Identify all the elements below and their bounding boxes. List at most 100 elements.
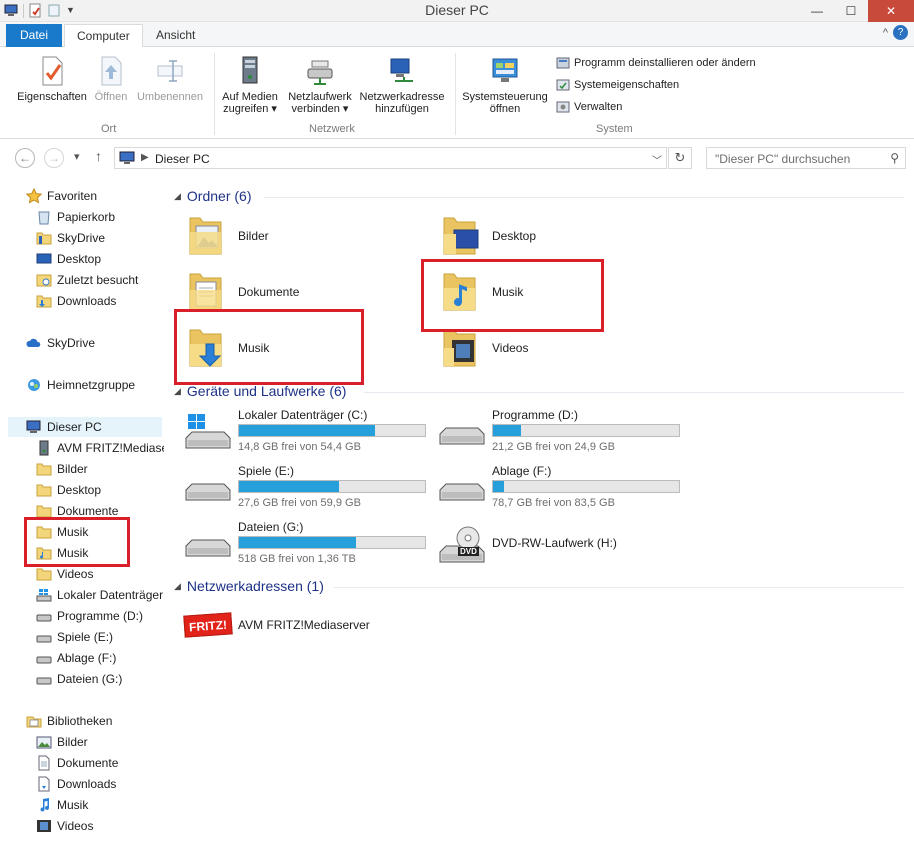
drive-f-free: 78,7 GB frei von 83,5 GB: [492, 497, 615, 509]
drive-f[interactable]: Ablage (F:) 78,7 GB frei von 83,5 GB: [438, 464, 688, 516]
drive-g[interactable]: Dateien (G:) 518 GB frei von 1,36 TB: [184, 520, 434, 572]
umbenennen-button[interactable]: Umbenennen: [134, 55, 206, 103]
desktop-icon: [36, 251, 52, 267]
close-button[interactable]: ✕: [868, 0, 914, 22]
music-note-icon: [36, 797, 52, 813]
drive-e-free: 27,6 GB frei von 59,9 GB: [238, 497, 361, 509]
drive-f-name: Ablage (F:): [492, 464, 552, 478]
section-netzwerk-title: Netzwerkadressen (1): [186, 578, 324, 594]
chevron-up-icon[interactable]: ^: [883, 27, 888, 39]
chevron-down-icon[interactable]: ﹀: [652, 152, 662, 167]
drive-d[interactable]: Programme (D:) 21,2 GB frei von 24,9 GB: [438, 408, 688, 460]
nav-pc-dokumente-label: Dokumente: [57, 504, 119, 518]
netzwerkadresse-label-2: hinzufügen: [375, 103, 429, 115]
media-server-icon: [36, 440, 52, 456]
nav-pc-spiele[interactable]: Spiele (E:): [36, 627, 113, 647]
folder-desktop[interactable]: Desktop: [438, 212, 536, 260]
recent-locations-button[interactable]: ▾: [74, 150, 80, 163]
nav-pc-ablage[interactable]: Ablage (F:): [36, 648, 116, 668]
nav-pc-dateien-label: Dateien (G:): [57, 672, 123, 686]
search-icon[interactable]: ⚲: [890, 151, 899, 165]
nav-lib-dokumente[interactable]: Dokumente: [36, 753, 118, 773]
drive-e[interactable]: Spiele (E:) 27,6 GB frei von 59,9 GB: [184, 464, 434, 516]
nav-dieser-pc[interactable]: Dieser PC: [8, 417, 162, 437]
netzlaufwerk-label-1: Netzlaufwerk: [288, 91, 352, 103]
address-bar[interactable]: ▶ Dieser PC ﹀: [114, 147, 667, 169]
refresh-button[interactable]: ↻: [668, 147, 692, 169]
nav-skydrive-fav-label: SkyDrive: [57, 231, 106, 245]
highlight-box-musik-downloads: [174, 309, 364, 385]
tab-ansicht[interactable]: Ansicht: [144, 24, 207, 47]
net-avm-fritz[interactable]: FRITZ! AVM FRITZ!Mediaserver: [183, 612, 370, 638]
verwalten-button[interactable]: Verwalten: [556, 100, 622, 114]
nav-pc-videos[interactable]: Videos: [36, 564, 93, 584]
section-divider: [264, 197, 904, 198]
nav-pc-avm[interactable]: AVM FRITZ!Mediase: [36, 438, 168, 458]
nav-lib-bilder[interactable]: Bilder: [36, 732, 88, 752]
nav-lib-musik[interactable]: Musik: [36, 795, 88, 815]
nav-downloads-fav[interactable]: Downloads: [36, 291, 116, 311]
section-divider: [334, 587, 904, 588]
drive-c[interactable]: Lokaler Datenträger (C:) 14,8 GB frei vo…: [184, 408, 434, 460]
nav-skydrive-fav[interactable]: SkyDrive: [36, 228, 105, 248]
collapse-triangle-icon[interactable]: ◢: [174, 191, 181, 202]
collapse-triangle-icon[interactable]: ◢: [174, 581, 181, 592]
nav-skydrive[interactable]: SkyDrive: [26, 333, 95, 353]
section-geraete[interactable]: ◢ Geräte und Laufwerke (6): [174, 383, 346, 399]
nav-pc-programme[interactable]: Programme (D:): [36, 606, 143, 626]
forward-button[interactable]: →: [44, 148, 64, 168]
nav-heimnetzgruppe[interactable]: Heimnetzgruppe: [26, 375, 135, 395]
search-input[interactable]: "Dieser PC" durchsuchen: [715, 152, 850, 166]
breadcrumb-chevron-icon[interactable]: ▶: [141, 152, 149, 163]
back-button[interactable]: ←: [15, 148, 35, 168]
section-netzwerk[interactable]: ◢ Netzwerkadressen (1): [174, 578, 324, 594]
drive-g-usage-bar: [238, 536, 426, 549]
oeffnen-button[interactable]: Öffnen: [90, 55, 132, 103]
nav-pc-desktop-label: Desktop: [57, 483, 102, 497]
systemsteuerung-button[interactable]: Systemsteuerung öffnen: [458, 55, 552, 115]
eigenschaften-button[interactable]: Eigenschaften: [12, 55, 92, 103]
minimize-button[interactable]: —: [800, 0, 834, 22]
nav-pc-lokaler-datentraeger[interactable]: Lokaler Datenträger: [36, 585, 163, 605]
highlight-box-musik: [421, 259, 604, 332]
address-path[interactable]: Dieser PC: [155, 152, 210, 166]
pictures-library-icon: [36, 734, 52, 750]
netzlaufwerk-verbinden-button[interactable]: Netzlaufwerk verbinden ▾: [284, 55, 356, 115]
help-icon[interactable]: ?: [893, 25, 908, 40]
up-button[interactable]: ↑: [95, 148, 102, 164]
systemeigenschaften-button[interactable]: Systemeigenschaften: [556, 78, 679, 92]
tab-datei[interactable]: Datei: [6, 24, 63, 47]
nav-papierkorb[interactable]: Papierkorb: [36, 207, 115, 227]
programm-deinstallieren-button[interactable]: Programm deinstallieren oder ändern: [556, 56, 756, 70]
nav-pc-dateien[interactable]: Dateien (G:): [36, 669, 122, 689]
nav-lib-videos[interactable]: Videos: [36, 816, 93, 836]
nav-favoriten-label: Favoriten: [47, 189, 98, 203]
folder-bilder[interactable]: Bilder: [184, 212, 269, 260]
nav-favoriten[interactable]: Favoriten: [25, 186, 98, 206]
tab-computer[interactable]: Computer: [64, 24, 143, 48]
highlight-box-nav-musik: [24, 517, 130, 567]
nav-lib-downloads[interactable]: Downloads: [36, 774, 116, 794]
section-geraete-title: Geräte und Laufwerke (6): [186, 383, 347, 399]
nav-pc-desktop[interactable]: Desktop: [36, 480, 101, 500]
nav-desktop-fav[interactable]: Desktop: [36, 249, 101, 269]
windows-drive-icon: [36, 587, 52, 603]
drive-e-usage-fill: [239, 481, 340, 492]
search-box[interactable]: "Dieser PC" durchsuchen ⚲: [706, 147, 906, 169]
nav-heimnetzgruppe-label: Heimnetzgruppe: [47, 378, 136, 392]
maximize-button[interactable]: ☐: [834, 0, 868, 22]
nav-zuletzt-besucht[interactable]: Zuletzt besucht: [36, 270, 138, 290]
drive-icon: [36, 650, 52, 666]
nav-bibliotheken[interactable]: Bibliotheken: [26, 711, 112, 731]
section-ordner[interactable]: ◢ Ordner (6): [174, 188, 252, 204]
nav-desktop-fav-label: Desktop: [57, 252, 102, 266]
nav-lib-dokumente-label: Dokumente: [57, 756, 119, 770]
auf-medien-zugreifen-button[interactable]: Auf Medien zugreifen ▾: [218, 55, 282, 115]
drive-dvd[interactable]: DVD DVD-RW-Laufwerk (H:): [438, 520, 688, 572]
drive-g-free: 518 GB frei von 1,36 TB: [238, 553, 356, 565]
drive-e-name: Spiele (E:): [238, 464, 295, 478]
netzwerkadresse-hinzufuegen-button[interactable]: Netzwerkadresse hinzufügen: [356, 55, 448, 115]
downloads-folder-icon: [36, 293, 52, 309]
collapse-triangle-icon[interactable]: ◢: [174, 386, 181, 397]
nav-pc-bilder[interactable]: Bilder: [36, 459, 88, 479]
